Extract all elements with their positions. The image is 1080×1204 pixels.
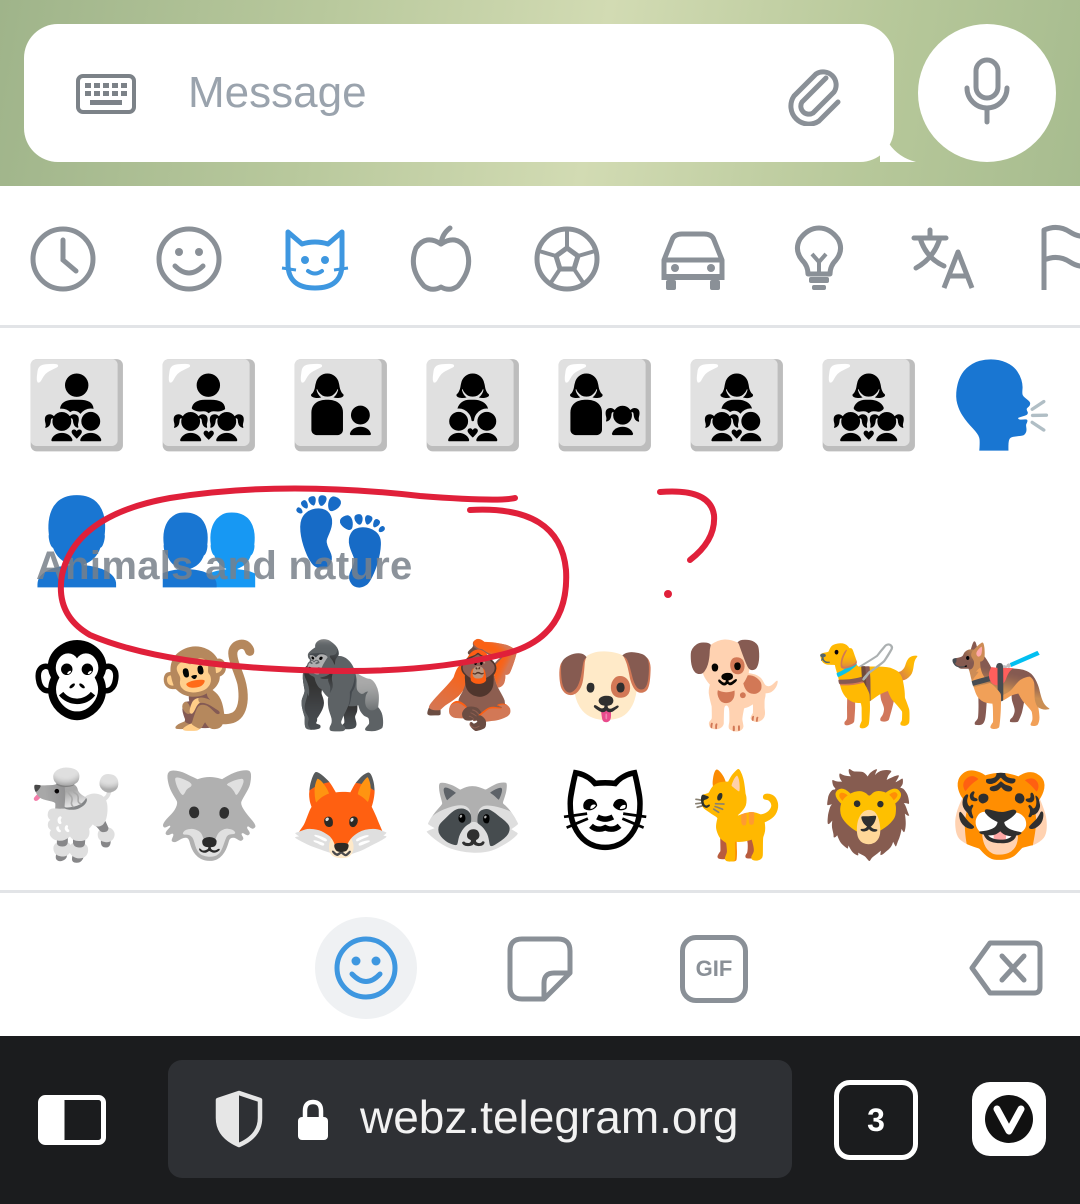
emoji-monkey[interactable]: 🐒 (154, 630, 264, 740)
smiley-icon (156, 226, 222, 292)
emoji-family-woman-girl-girl[interactable]: 👩‍👧‍👧 (814, 350, 924, 460)
emoji-service-dog[interactable]: 🐕‍🦺 (946, 630, 1056, 740)
tab-switcher-button[interactable]: 3 (834, 1080, 918, 1160)
microphone-icon (959, 56, 1015, 130)
backspace-icon (969, 940, 1043, 996)
shield-icon[interactable] (214, 1090, 264, 1148)
message-input[interactable] (188, 60, 748, 126)
flag-icon (1041, 224, 1080, 290)
emoji-dog[interactable]: 🐕 (682, 630, 792, 740)
category-tab-recent[interactable] (28, 224, 98, 294)
emoji-cat-face[interactable]: 🐱 (550, 760, 660, 870)
emoji-guide-dog[interactable]: 🦮 (814, 630, 924, 740)
category-tab-animals[interactable] (280, 224, 350, 294)
emoji-grid: 👨‍👧‍👦 👨‍👧‍👧 👩‍👦 👩‍👦‍👦 👩‍👧 👩‍👧‍👦 👩‍👧‍👧 🗣️… (0, 330, 1080, 890)
address-bar[interactable]: webz.telegram.org (168, 1060, 792, 1178)
emoji-family-man-girl-girl[interactable]: 👨‍👧‍👧 (154, 350, 264, 460)
car-icon (661, 231, 725, 290)
emoji-raccoon[interactable]: 🦝 (418, 760, 528, 870)
emoji-wolf[interactable]: 🐺 (154, 760, 264, 870)
vivaldi-menu-button[interactable] (972, 1082, 1046, 1156)
apple-icon (410, 225, 472, 292)
soccer-ball-icon (534, 226, 600, 292)
emoji-tab-button[interactable] (315, 917, 417, 1019)
emoji-orangutan[interactable]: 🦧 (418, 630, 528, 740)
sticker-tab-button[interactable] (504, 933, 576, 1005)
emoji-family-woman-boy[interactable]: 👩‍👦 (286, 350, 396, 460)
clock-icon (30, 226, 96, 292)
composer-bubble-tail (880, 120, 916, 162)
backspace-button[interactable] (968, 939, 1044, 997)
emoji-family-man-girl-boy[interactable]: 👨‍👧‍👦 (22, 350, 132, 460)
emoji-panel-toolbar: GIF (0, 890, 1080, 1036)
tab-count: 3 (867, 1101, 885, 1138)
emoji-family-woman-girl-boy[interactable]: 👩‍👧‍👦 (682, 350, 792, 460)
emoji-category-bar (0, 186, 1080, 328)
url-text: webz.telegram.org (360, 1091, 739, 1143)
browser-bottom-bar: webz.telegram.org 3 (0, 1036, 1080, 1204)
category-tab-activity[interactable] (532, 224, 602, 294)
smiley-icon (334, 936, 398, 1000)
gif-tab-button[interactable]: GIF (680, 935, 748, 1003)
category-tab-travel[interactable] (658, 224, 728, 294)
category-tab-food[interactable] (406, 224, 476, 294)
emoji-cat[interactable]: 🐈 (682, 760, 792, 870)
emoji-fox[interactable]: 🦊 (286, 760, 396, 870)
emoji-speaking-head[interactable]: 🗣️ (946, 350, 1056, 460)
emoji-monkey-face[interactable]: 🐵 (22, 630, 132, 740)
emoji-lion[interactable]: 🦁 (814, 760, 924, 870)
section-label-animals: Animals and nature (36, 544, 413, 588)
lightbulb-icon (794, 225, 844, 290)
category-tab-people[interactable] (154, 224, 224, 294)
microphone-button[interactable] (918, 24, 1056, 162)
message-composer (24, 24, 894, 162)
emoji-gorilla[interactable]: 🦍 (286, 630, 396, 740)
emoji-tiger-face[interactable]: 🐯 (946, 760, 1056, 870)
gif-label: GIF (695, 956, 733, 981)
emoji-dog-face[interactable]: 🐶 (550, 630, 660, 740)
sticker-icon (507, 936, 573, 1002)
translate-icon (911, 227, 975, 289)
category-tab-symbols[interactable] (910, 224, 980, 294)
emoji-family-woman-girl[interactable]: 👩‍👧 (550, 350, 660, 460)
panel-toggle-icon[interactable] (38, 1095, 106, 1145)
keyboard-icon[interactable] (76, 74, 136, 114)
paperclip-icon[interactable] (782, 60, 846, 127)
category-tab-objects[interactable] (784, 224, 854, 294)
emoji-family-woman-boy-boy[interactable]: 👩‍👦‍👦 (418, 350, 528, 460)
emoji-poodle[interactable]: 🐩 (22, 760, 132, 870)
lock-icon (298, 1099, 328, 1140)
cat-icon (281, 229, 349, 291)
category-tab-flags[interactable] (1036, 224, 1080, 294)
vivaldi-logo-icon (985, 1095, 1033, 1143)
